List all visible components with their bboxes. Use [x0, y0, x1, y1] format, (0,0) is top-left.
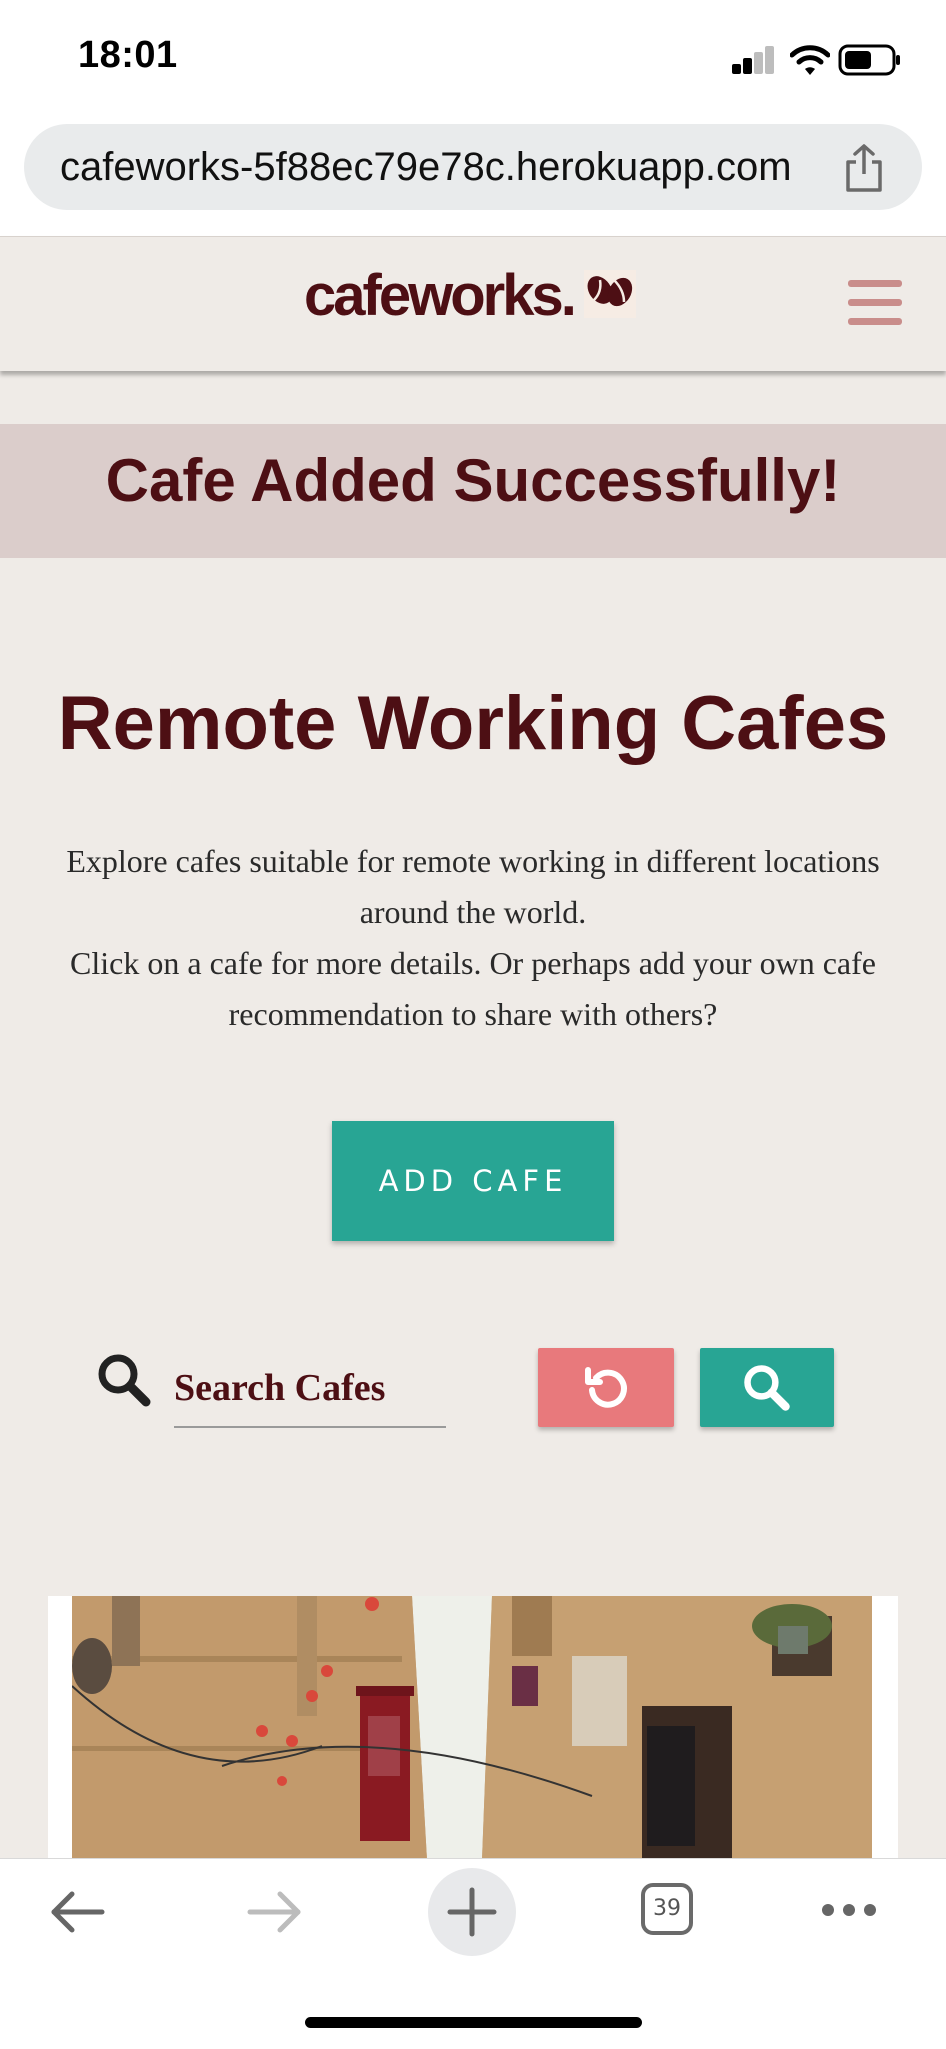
add-cafe-button[interactable]: ADD CAFE: [332, 1121, 614, 1241]
search-icon: [744, 1364, 790, 1411]
cafe-photo[interactable]: [72, 1596, 872, 1860]
share-icon[interactable]: [842, 142, 886, 194]
wifi-icon: [790, 45, 830, 75]
new-tab-icon: [447, 1887, 497, 1937]
search-icon: [98, 1354, 151, 1407]
intro-line-1: Explore cafes suitable for remote workin…: [66, 843, 880, 930]
forward-arrow-icon[interactable]: [246, 1888, 304, 1936]
site-logo[interactable]: cafeworks.: [304, 262, 577, 329]
new-tab-button[interactable]: [428, 1868, 516, 1956]
url-text[interactable]: cafeworks-5f88ec79e78c.herokuapp.com: [60, 145, 792, 190]
more-icon[interactable]: [820, 1902, 878, 1918]
tab-count: 39: [653, 1896, 681, 1921]
signal-icon: [732, 46, 774, 74]
search-button[interactable]: [700, 1348, 834, 1427]
home-indicator: [305, 2017, 642, 2028]
status-time: 18:01: [78, 34, 178, 76]
tabs-icon[interactable]: 39: [641, 1883, 693, 1935]
reset-search-button[interactable]: [538, 1348, 674, 1427]
page-title: Remote Working Cafes: [57, 681, 889, 766]
search-input[interactable]: [174, 1350, 446, 1428]
intro-text: Explore cafes suitable for remote workin…: [60, 836, 886, 1040]
coffee-bean-icon: [587, 276, 633, 307]
hamburger-menu-icon[interactable]: [848, 280, 902, 326]
intro-line-2: Click on a cafe for more details. Or per…: [70, 945, 876, 1032]
success-message: Cafe Added Successfully!: [105, 447, 841, 514]
reset-icon: [585, 1366, 627, 1408]
battery-icon: [838, 44, 900, 76]
back-arrow-icon[interactable]: [48, 1888, 106, 1936]
